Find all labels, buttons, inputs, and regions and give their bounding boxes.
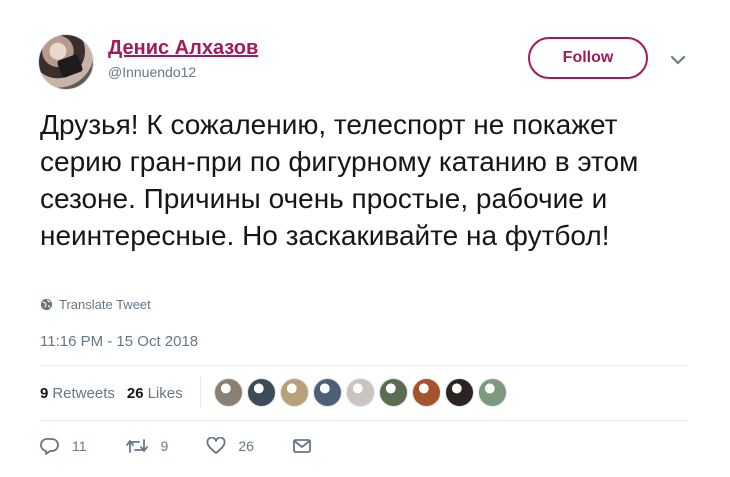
reply-count: 11 — [72, 438, 87, 454]
globe-icon — [40, 298, 53, 311]
like-count: 26 — [238, 438, 254, 454]
user-name[interactable]: Денис Алхазов — [108, 37, 258, 60]
stats-separator — [200, 376, 201, 408]
direct-message-button[interactable] — [292, 438, 312, 454]
tweet-card: Денис Алхазов @Innuendo12 Follow Друзья!… — [0, 0, 730, 477]
retweets-stat[interactable]: 9 Retweets — [40, 385, 115, 402]
tweet-actions: 11 9 26 — [40, 437, 350, 455]
like-button[interactable]: 26 — [206, 437, 254, 455]
liker-avatar[interactable] — [346, 378, 375, 407]
heart-icon — [206, 437, 226, 454]
likers-avatars — [214, 378, 511, 407]
user-handle[interactable]: @Innuendo12 — [108, 64, 196, 80]
likes-label: Likes — [147, 385, 183, 402]
reply-icon — [40, 438, 59, 455]
liker-avatar[interactable] — [445, 378, 474, 407]
tweet-stats: 9 Retweets 26 Likes — [40, 385, 195, 402]
liker-avatar[interactable] — [478, 378, 507, 407]
timestamp[interactable]: 11:16 PM - 15 Oct 2018 — [40, 333, 198, 350]
translate-label[interactable]: Translate Tweet — [59, 297, 151, 312]
liker-avatar[interactable] — [247, 378, 276, 407]
avatar[interactable] — [38, 34, 94, 90]
liker-avatar[interactable] — [379, 378, 408, 407]
reply-button[interactable]: 11 — [40, 437, 87, 455]
translate-tweet-link[interactable]: Translate Tweet — [40, 297, 151, 312]
chevron-down-icon — [671, 55, 685, 64]
more-options-button[interactable] — [666, 48, 690, 72]
retweets-count: 9 — [40, 385, 49, 402]
likes-count: 26 — [126, 385, 144, 402]
liker-avatar[interactable] — [214, 378, 243, 407]
divider — [40, 420, 688, 421]
tweet-text: Друзья! К сожалению, телеспорт не покаже… — [40, 109, 639, 251]
retweet-count: 9 — [160, 438, 169, 454]
follow-button[interactable]: Follow — [528, 37, 648, 79]
likes-stat[interactable]: 26 Likes — [127, 385, 183, 402]
message-icon — [293, 439, 311, 453]
retweet-icon — [125, 439, 148, 453]
liker-avatar[interactable] — [280, 378, 309, 407]
retweet-button[interactable]: 9 — [125, 437, 169, 455]
liker-avatar[interactable] — [313, 378, 342, 407]
liker-avatar[interactable] — [412, 378, 441, 407]
divider — [40, 365, 688, 366]
retweets-label: Retweets — [52, 385, 115, 402]
